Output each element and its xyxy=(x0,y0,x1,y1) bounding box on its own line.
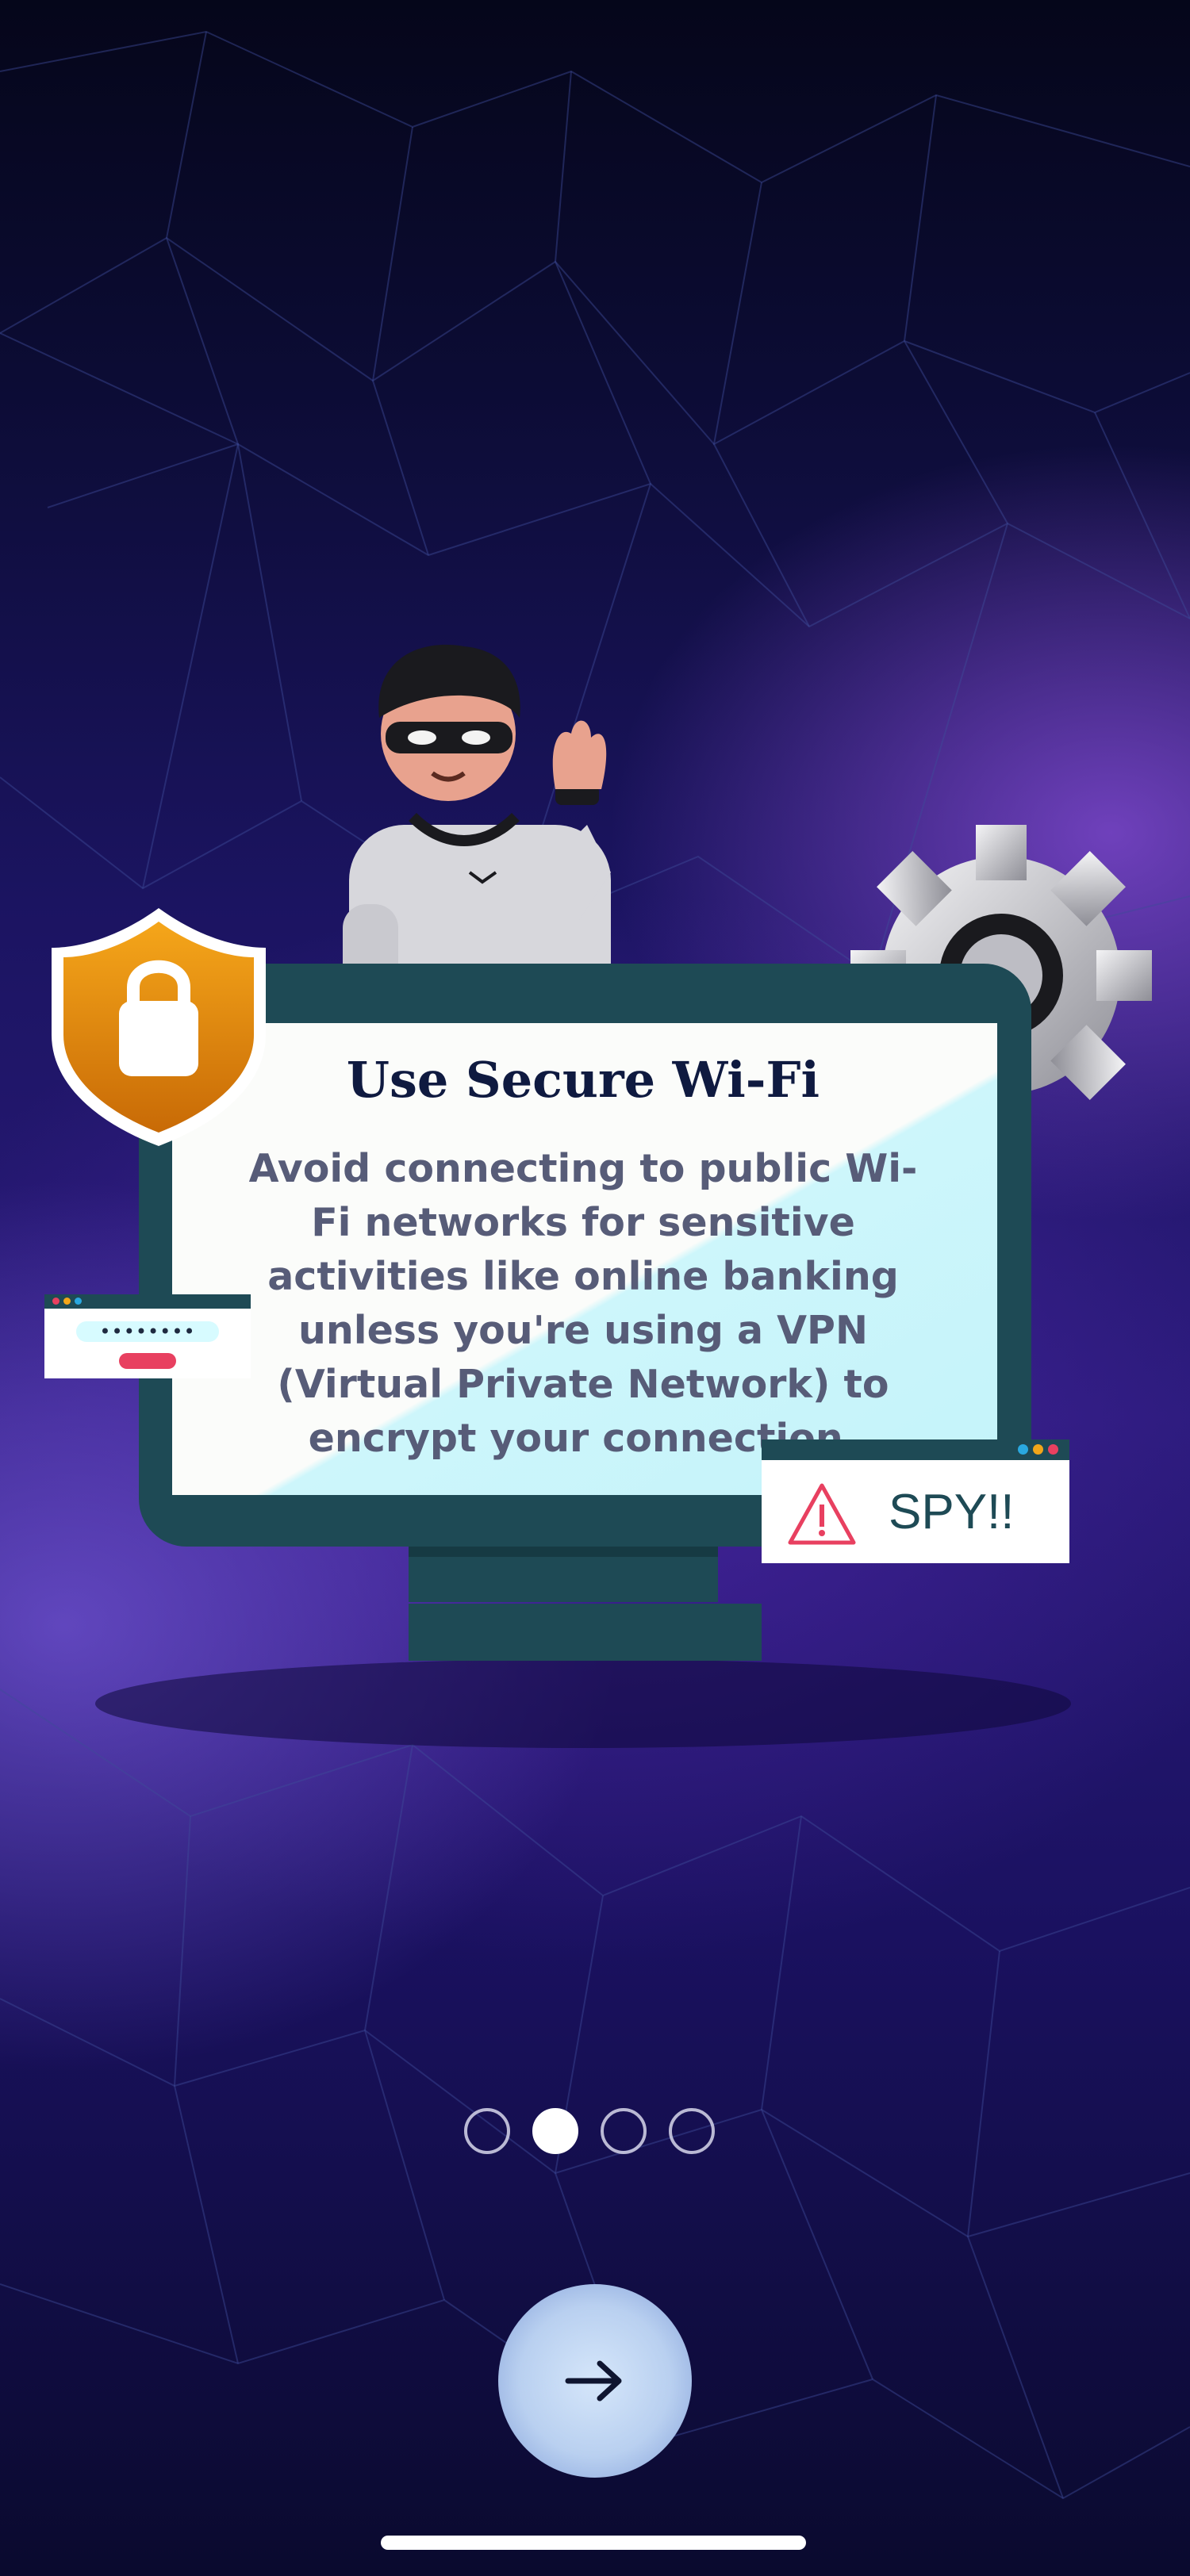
password-submit-bar xyxy=(119,1353,176,1369)
spy-alert-popup: SPY!! xyxy=(762,1439,1069,1563)
password-popup: •••••••• xyxy=(44,1294,251,1378)
page-title: Use Secure Wi-Fi xyxy=(346,1051,820,1109)
next-button[interactable] xyxy=(498,2284,692,2478)
monitor-shadow xyxy=(95,1659,1071,1748)
page-description: Avoid connecting to public Wi-Fi network… xyxy=(248,1146,918,1461)
page-dot-3[interactable] xyxy=(601,2108,647,2154)
page-indicator xyxy=(464,2108,735,2159)
password-field: •••••••• xyxy=(76,1321,219,1342)
window-controls xyxy=(1018,1444,1058,1455)
window-controls xyxy=(52,1298,82,1305)
page-dot-2-active[interactable] xyxy=(532,2108,578,2154)
home-indicator[interactable] xyxy=(381,2536,806,2550)
spy-alert-label: SPY!! xyxy=(889,1485,1015,1539)
page-dot-1[interactable] xyxy=(464,2108,510,2154)
page-dot-4[interactable] xyxy=(669,2108,715,2154)
warning-icon xyxy=(788,1483,856,1545)
arrow-right-icon xyxy=(565,2360,622,2402)
